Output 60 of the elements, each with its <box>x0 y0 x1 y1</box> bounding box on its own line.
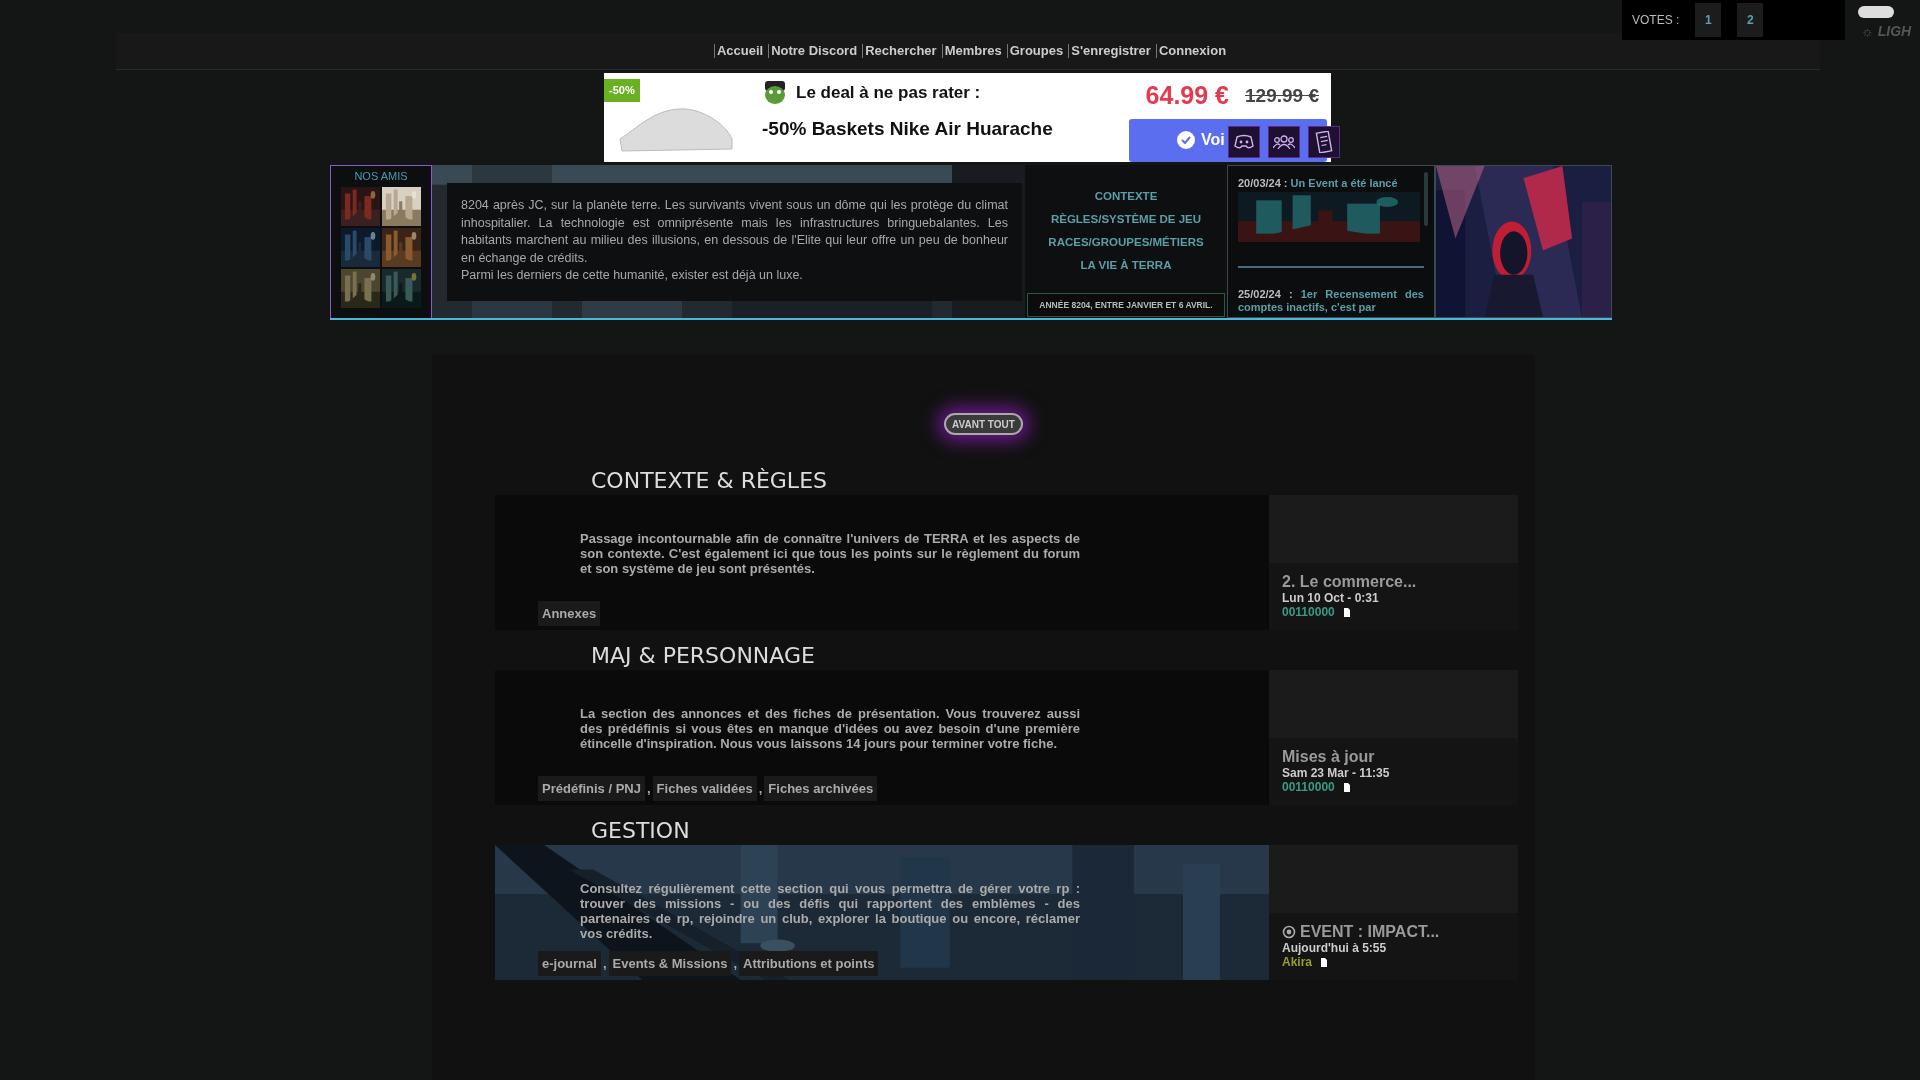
intro-button[interactable]: AVANT TOUT <box>944 413 1023 435</box>
ad-old-price: 129.99 € <box>1245 83 1319 108</box>
lore-link[interactable]: CONTEXTE <box>1094 188 1158 204</box>
separator-comma: , <box>646 779 652 798</box>
theme-toggle[interactable] <box>1858 6 1894 18</box>
discord-icon[interactable] <box>1228 126 1260 158</box>
check-icon <box>1177 131 1195 150</box>
subforum-link[interactable]: e-journal <box>538 950 601 976</box>
theme-toggle-label: ☼ LIGH <box>1861 22 1912 41</box>
users-icon[interactable] <box>1268 126 1300 158</box>
subforum-link[interactable]: Fiches validées <box>652 775 757 801</box>
nav-link[interactable]: Rechercher <box>862 44 939 58</box>
intro-paragraph: 8204 après JC, sur la planète terre. Les survivants vivent sous un dôme qui les protège du climat inhospitalier. La technologie est omniprésente mais les infrastructures bringuebalantes. Les habitants marchent au milieu des illusions, en dessous de l'Elite qui leur offre un peu de bonheur en échange de crédits. <box>461 197 1008 267</box>
last-post-date: Aujourd'hui à 5:55 <box>1282 941 1388 955</box>
news-item[interactable]: 25/02/24 : 1er Recensement des comptes inactifs, c'est par <box>1238 288 1424 314</box>
year-banner: ANNÉE 8204, ENTRE JANVIER ET 6 AVRIL. <box>1027 293 1225 317</box>
vote-button[interactable]: 1 <box>1695 3 1722 37</box>
subforum-link[interactable]: Fiches archivées <box>764 775 878 801</box>
category-description: Passage incontournable afin de connaître l'univers de TERRA et les aspects de son contexte. C'est également ici que tous les points sur le règlement du forum et son système de jeu sont présentés. <box>580 531 1080 576</box>
nav-link[interactable]: Membres <box>941 44 1004 58</box>
nav-link[interactable]: S'enregistrer <box>1068 44 1153 58</box>
last-post-author[interactable]: Akira <box>1282 955 1313 969</box>
lore-link[interactable]: LA VIE À TERRA <box>1080 257 1172 273</box>
votes-label: VOTES : <box>1632 12 1680 29</box>
lore-link[interactable]: RÈGLES/SYSTÈME DE JEU <box>1050 211 1202 227</box>
friends-title: NOS AMIS <box>354 169 408 184</box>
target-icon <box>1282 925 1296 939</box>
last-post-date: Sam 23 Mar - 11:35 <box>1282 766 1391 780</box>
subforum-link[interactable]: Annexes <box>538 600 601 626</box>
last-post-title[interactable]: Mises à jour <box>1282 748 1375 766</box>
document-icon[interactable] <box>1342 607 1351 617</box>
subforum-link[interactable]: Events & Missions <box>608 950 732 976</box>
news-item[interactable]: 20/03/24 : Un Event a été lancé <box>1238 177 1424 190</box>
lore-link[interactable]: RACES/GROUPES/MÉTIERS <box>1048 234 1204 250</box>
vote-button[interactable]: 2 <box>1737 3 1764 37</box>
discount-badge: -50% <box>604 79 640 102</box>
intro-paragraph: Parmi les derniers de cette humanité, exister est déjà un luxe. <box>461 267 804 284</box>
separator-comma: , <box>757 779 764 798</box>
category-description: Consultez régulièrement cette section qui vous permettra de gérer votre rp : trouver des missions - ou des défis qui rapportent des emblèmes - des partenaires de rp, rejoindre un club, explorer la boutique ou encore, réclamer vos crédits. <box>580 881 1080 941</box>
nav-link[interactable]: Groupes <box>1006 44 1066 58</box>
category-description: La section des annonces et des fiches de présentation. Vous trouverez aussi des prédéfinis si vous êtes en manque d'idées ou avez besoin d'une première étincelle d'inspiration. Nous vous laissons 14 jours pour terminer votre fiche. <box>580 706 1080 751</box>
separator-comma: , <box>601 954 608 973</box>
document-icon[interactable] <box>1320 957 1329 967</box>
frog-icon <box>762 79 788 107</box>
ad-headline: Le deal à ne pas rater : <box>796 82 981 105</box>
ad-product[interactable]: -50% Baskets Nike Air Huarache <box>762 115 1053 144</box>
ad-price: 64.99 € <box>1145 80 1230 111</box>
subforum-link[interactable]: Attributions et points <box>739 950 879 976</box>
document-icon[interactable] <box>1342 782 1351 792</box>
last-post-author[interactable]: 00110000 <box>1282 780 1335 794</box>
last-post-author[interactable]: 00110000 <box>1282 605 1335 619</box>
document-icon[interactable] <box>1308 126 1340 158</box>
nav-link[interactable]: Accueil <box>713 44 766 58</box>
separator-comma: , <box>732 954 739 973</box>
last-post-title[interactable]: EVENT : IMPACT... <box>1300 923 1440 941</box>
nav-link[interactable]: Connexion <box>1155 44 1229 58</box>
last-post-date: Lun 10 Oct - 0:31 <box>1282 591 1380 605</box>
nav-link[interactable]: Notre Discord <box>768 44 860 58</box>
subforum-link[interactable]: Prédéfinis / PNJ <box>538 775 645 801</box>
last-post-title[interactable]: 2. Le commerce... <box>1282 573 1417 591</box>
